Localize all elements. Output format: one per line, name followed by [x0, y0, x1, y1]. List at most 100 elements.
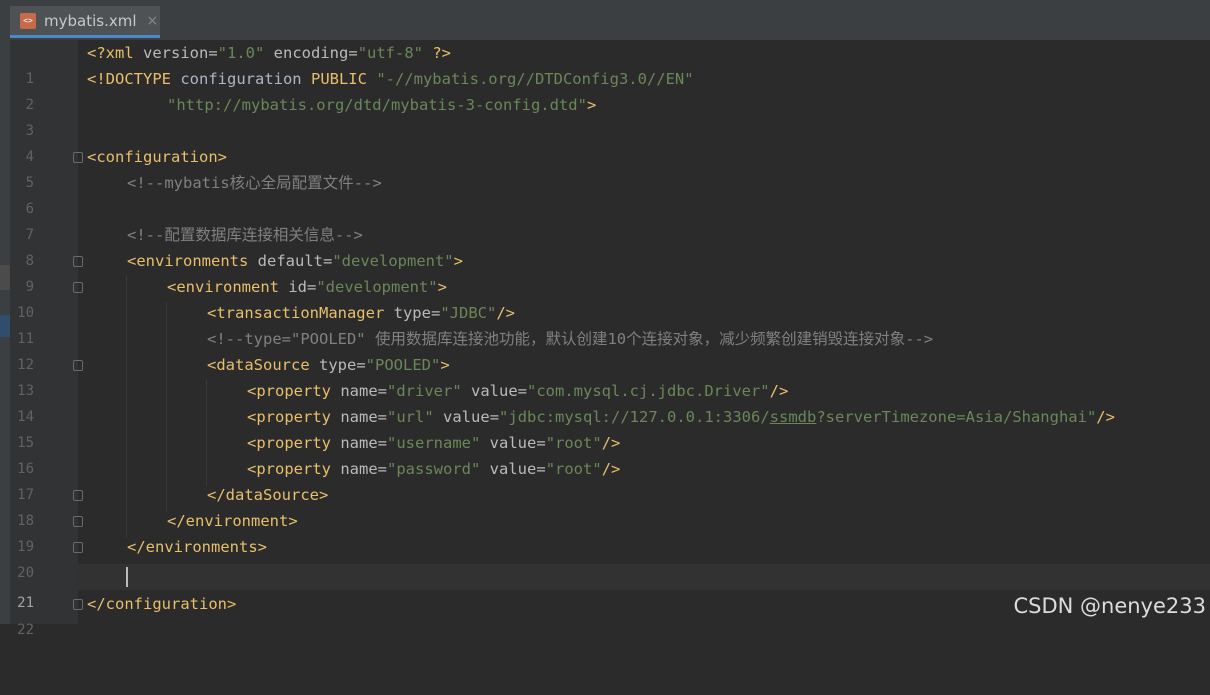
attr-value: "utf-8" [357, 44, 424, 62]
tag-end: /> [601, 434, 621, 452]
equals: = [306, 278, 317, 296]
code-line[interactable]: 8 <!--配置数据库连接相关信息--> [0, 222, 1210, 269]
equals: = [208, 44, 218, 62]
attr-value: "1.0" [217, 44, 265, 62]
tag-end: /> [769, 382, 789, 400]
fold-toggle-icon[interactable] [73, 360, 83, 371]
fold-toggle-icon[interactable] [73, 256, 83, 267]
close-icon[interactable]: × [147, 13, 159, 29]
editor-tab-bar: mybatis.xml × [0, 0, 1210, 41]
fold-end-icon[interactable] [73, 490, 83, 501]
tag-open: <dataSource [207, 356, 310, 374]
code-line[interactable]: 4 [0, 118, 1210, 165]
fold-toggle-icon[interactable] [73, 152, 83, 163]
tag-close: </environments> [127, 538, 267, 556]
fold-toggle-icon[interactable] [73, 282, 83, 293]
tag-close: </dataSource> [207, 486, 329, 504]
attr-name: encoding [264, 44, 349, 62]
code-line[interactable]: 18 </dataSource> [0, 482, 1210, 529]
doctype-fpi: "-//mybatis.org//DTDConfig3.0//EN" [376, 70, 694, 88]
code-line[interactable]: 11 <transactionManager type="JDBC"/> [0, 300, 1210, 347]
watermark: CSDN @nenye233 [1013, 594, 1206, 618]
tag-open: <transactionManager [207, 304, 385, 322]
doctype-public: PUBLIC [310, 70, 377, 88]
comment: <!--配置数据库连接相关信息--> [127, 226, 363, 244]
spellcheck-word: ssmdb [769, 408, 817, 426]
attr-name: value [461, 382, 518, 400]
attr-value: "development" [332, 252, 454, 270]
attr-name: id [278, 278, 307, 296]
code-line[interactable]: 12 <!--type="POOLED" 使用数据库连接池功能，默认创建10个连… [0, 326, 1210, 373]
code-line[interactable]: 10 <environment id="development"> [0, 274, 1210, 321]
code-line[interactable]: 5 <configuration> [0, 144, 1210, 191]
code-line[interactable]: 9 <environments default="development"> [0, 248, 1210, 295]
code-line[interactable]: 15 <property name="url" value="jdbc:mysq… [0, 404, 1210, 451]
line-number: 22 [17, 622, 34, 638]
attr-name: name [331, 460, 378, 478]
equals: = [430, 304, 441, 322]
code-line[interactable]: 6 <!--mybatis核心全局配置文件--> [0, 170, 1210, 217]
tag-end: /> [496, 304, 515, 322]
attr-name: value [480, 460, 537, 478]
attr-name: type [384, 304, 431, 322]
code-line[interactable]: 3 "http://mybatis.org/dtd/mybatis-3-conf… [0, 92, 1210, 139]
attr-name: name [331, 434, 378, 452]
equals: = [322, 252, 333, 270]
code-line[interactable]: 21 [0, 564, 1210, 611]
attr-value: ?serverTimezone=Asia/Shanghai" [816, 408, 1097, 426]
doctype-keyword: <!DOCTYPE [87, 70, 181, 88]
tag-open: <property [247, 382, 331, 400]
comment: <!--type="POOLED" 使用数据库连接池功能，默认创建10个连接对象… [207, 330, 934, 348]
xml-file-icon [20, 12, 36, 29]
doctype-close: > [586, 96, 597, 114]
tag-end: > [437, 278, 447, 296]
attr-value: "JDBC" [440, 304, 497, 322]
text-caret [126, 567, 128, 587]
code-line[interactable]: 17 <property name="password" value="root… [0, 456, 1210, 503]
code-line[interactable]: 7 [0, 196, 1210, 243]
attr-name: version [143, 44, 209, 62]
attr-value: "username" [387, 434, 481, 452]
attr-value: "driver" [387, 382, 462, 400]
equals: = [356, 356, 366, 374]
fold-end-icon[interactable] [73, 599, 83, 610]
tag-open: <property [247, 434, 331, 452]
fold-end-icon[interactable] [73, 542, 83, 553]
tag-end: > [440, 356, 450, 374]
code-line[interactable]: 16 <property name="username" value="root… [0, 430, 1210, 477]
attr-name: default [248, 252, 323, 270]
tag-end: /> [601, 460, 621, 478]
attr-value: "root" [545, 460, 602, 478]
attr-name: name [331, 408, 378, 426]
code-line[interactable]: 19 </environment> [0, 508, 1210, 555]
code-line[interactable]: 20 </environments> [0, 534, 1210, 581]
attr-value: "development" [316, 278, 438, 296]
tag-open: <configuration> [87, 148, 227, 166]
doctype-uri: "http://mybatis.org/dtd/mybatis-3-config… [167, 96, 587, 114]
fold-end-icon[interactable] [73, 516, 83, 527]
code-line[interactable]: 13 <dataSource type="POOLED"> [0, 352, 1210, 399]
attr-value: "password" [387, 460, 481, 478]
tag-open: <environments [127, 252, 249, 270]
equals: = [348, 44, 358, 62]
tag-end: > [453, 252, 463, 270]
tag-close: </environment> [167, 512, 298, 530]
tab-label: mybatis.xml [44, 11, 137, 30]
attr-name: name [331, 382, 378, 400]
tag-open: <environment [167, 278, 279, 296]
tag-close: </configuration> [87, 595, 237, 613]
tag-open: <property [247, 408, 331, 426]
tag-open: <property [247, 460, 331, 478]
attr-value: "POOLED" [365, 356, 441, 374]
attr-value: "url" [387, 408, 434, 426]
attr-value: "root" [545, 434, 602, 452]
xml-decl-close: ?> [423, 44, 452, 62]
comment: <!--mybatis核心全局配置文件--> [127, 174, 382, 192]
tab-mybatis-xml[interactable]: mybatis.xml × [10, 6, 160, 38]
code-line[interactable]: 14 <property name="driver" value="com.my… [0, 378, 1210, 425]
tag-end: /> [1096, 408, 1115, 426]
code-line[interactable]: 2 <!DOCTYPE configuration PUBLIC "-//myb… [0, 66, 1210, 113]
attr-name: type [309, 356, 357, 374]
code-line[interactable]: 1 <?xml version="1.0" encoding="utf-8" ?… [0, 40, 1210, 87]
xml-decl-open: <?xml [87, 44, 143, 62]
